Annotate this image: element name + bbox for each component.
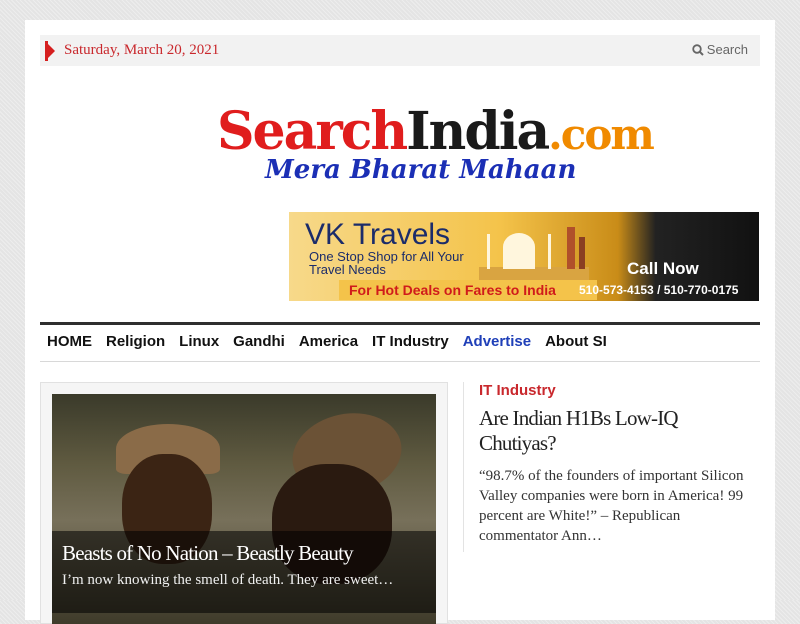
nav-item-religion[interactable]: Religion [99,325,172,359]
side-post-category[interactable]: IT Industry [479,382,556,399]
main-navigation: HOME Religion Linux Gandhi America IT In… [40,322,760,362]
ad-subtitle: One Stop Shop for All Your Travel Needs [309,249,464,277]
nav-item-it-industry[interactable]: IT Industry [365,325,456,359]
site-logo[interactable]: SearchIndia.com Mera Bharat Mahaan [217,104,655,186]
side-post: IT Industry Are Indian H1Bs Low-IQ Chuti… [463,382,776,552]
side-post-title[interactable]: Are Indian H1Bs Low-IQ Chutiyas? [479,406,749,456]
nav-item-about[interactable]: About SI [538,325,614,359]
top-bar: Saturday, March 20, 2021 Search [40,35,760,66]
featured-post-excerpt: I’m now knowing the smell of death. They… [62,572,394,588]
nav-item-gandhi[interactable]: Gandhi [226,325,292,359]
search-icon [692,44,704,56]
vk-travels-ad-banner[interactable]: VK Travels One Stop Shop for All Your Tr… [289,212,759,301]
date-marker-icon [45,41,55,61]
featured-post[interactable]: Beasts of No Nation – Beastly Beauty I’m… [40,382,448,624]
ad-title: VK Travels [305,218,451,251]
page-container: Saturday, March 20, 2021 Search SearchIn… [25,20,776,624]
ad-phone-numbers: 510-573-4153 / 510-770-0175 [579,283,739,297]
taj-mahal-icon [479,227,589,282]
search-button[interactable]: Search [692,42,748,57]
side-post-excerpt: “98.7% of the founders of important Sili… [479,468,744,544]
nav-item-america[interactable]: America [292,325,365,359]
nav-item-linux[interactable]: Linux [172,325,226,359]
featured-post-caption: Beasts of No Nation – Beastly Beauty I’m… [52,531,436,613]
ad-deal-text: For Hot Deals on Fares to India [339,280,597,300]
featured-post-title[interactable]: Beasts of No Nation – Beastly Beauty [62,541,354,566]
logo-tagline: Mera Bharat Mahaan [265,155,577,185]
nav-item-home[interactable]: HOME [40,325,99,359]
search-label: Search [706,42,748,57]
ad-call-now: Call Now [627,259,699,278]
nav-item-advertise[interactable]: Advertise [456,325,538,359]
current-date: Saturday, March 20, 2021 [64,42,220,58]
